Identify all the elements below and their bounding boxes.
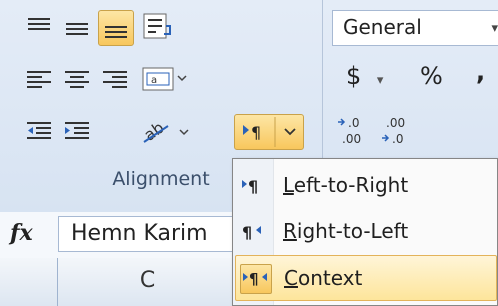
top-align-icon bbox=[28, 18, 50, 30]
column-header-c[interactable]: C bbox=[58, 258, 238, 306]
svg-text:.00: .00 bbox=[386, 116, 405, 130]
left-to-right-icon: ¶ bbox=[239, 171, 269, 199]
increase-decimal-button[interactable]: .0.00 bbox=[336, 112, 376, 150]
merge-center-icon: a bbox=[142, 67, 187, 91]
middle-align-icon bbox=[66, 23, 88, 35]
text-direction-icon: ¶ bbox=[243, 117, 296, 147]
text-direction-menu: ¶ Left-to-Right ¶ Right-to-Left ¶ Contex… bbox=[232, 158, 498, 306]
menu-item-right-to-left[interactable]: ¶ Right-to-Left bbox=[235, 209, 497, 255]
number-format-dropdown[interactable]: General ▾ bbox=[332, 10, 498, 46]
svg-text:¶: ¶ bbox=[242, 223, 252, 242]
svg-text:.00: .00 bbox=[342, 132, 361, 146]
orientation-button[interactable]: ab bbox=[138, 116, 194, 148]
chevron-down-icon: ▾ bbox=[491, 21, 498, 36]
comma-style-button[interactable]: , bbox=[476, 58, 485, 86]
align-right-button[interactable] bbox=[98, 64, 132, 96]
svg-text:a: a bbox=[151, 75, 157, 86]
orientation-icon: ab bbox=[140, 118, 189, 145]
insert-function-button[interactable]: fx bbox=[10, 220, 33, 246]
svg-text:¶: ¶ bbox=[251, 123, 261, 142]
wrap-text-button[interactable] bbox=[140, 10, 176, 44]
align-left-icon bbox=[27, 71, 51, 88]
decrease-decimal-button[interactable]: .00.0 bbox=[380, 112, 420, 150]
svg-text:.0: .0 bbox=[348, 116, 359, 130]
decrease-decimal-icon: .00.0 bbox=[382, 116, 405, 146]
middle-align-button[interactable] bbox=[60, 12, 94, 44]
svg-text:¶: ¶ bbox=[249, 270, 259, 288]
bottom-align-button[interactable] bbox=[98, 10, 134, 46]
align-center-icon bbox=[65, 71, 89, 88]
merge-center-button[interactable]: a bbox=[140, 62, 188, 96]
align-center-button[interactable] bbox=[60, 64, 94, 96]
number-format-value: General bbox=[343, 15, 422, 39]
increase-indent-icon bbox=[65, 122, 89, 139]
align-left-button[interactable] bbox=[22, 64, 56, 96]
menu-item-context[interactable]: ¶ Context bbox=[235, 255, 497, 301]
align-right-icon bbox=[103, 71, 127, 88]
decrease-indent-icon bbox=[27, 122, 51, 139]
increase-decimal-icon: .0.00 bbox=[338, 116, 361, 146]
context-direction-icon: ¶ bbox=[240, 264, 272, 294]
top-align-button[interactable] bbox=[22, 12, 56, 44]
context-label: Context bbox=[284, 266, 363, 290]
svg-text:.0: .0 bbox=[392, 132, 403, 146]
percent-style-button[interactable]: % bbox=[420, 62, 443, 90]
right-to-left-icon: ¶ bbox=[239, 217, 269, 245]
increase-indent-button[interactable] bbox=[60, 116, 94, 148]
bottom-align-icon bbox=[105, 26, 127, 38]
decrease-indent-button[interactable] bbox=[22, 116, 56, 148]
currency-format-button[interactable]: $ ▾ bbox=[346, 62, 383, 90]
chevron-down-icon: ▾ bbox=[376, 73, 384, 88]
select-all-corner[interactable] bbox=[0, 258, 58, 306]
wrap-text-icon bbox=[143, 13, 171, 39]
svg-text:¶: ¶ bbox=[248, 177, 258, 196]
left-to-right-label: Left-to-Right bbox=[283, 173, 409, 197]
currency-symbol: $ bbox=[346, 62, 362, 90]
right-to-left-label: Right-to-Left bbox=[283, 219, 409, 243]
menu-item-left-to-right[interactable]: ¶ Left-to-Right bbox=[235, 163, 497, 209]
text-direction-button[interactable]: ¶ bbox=[234, 114, 304, 150]
